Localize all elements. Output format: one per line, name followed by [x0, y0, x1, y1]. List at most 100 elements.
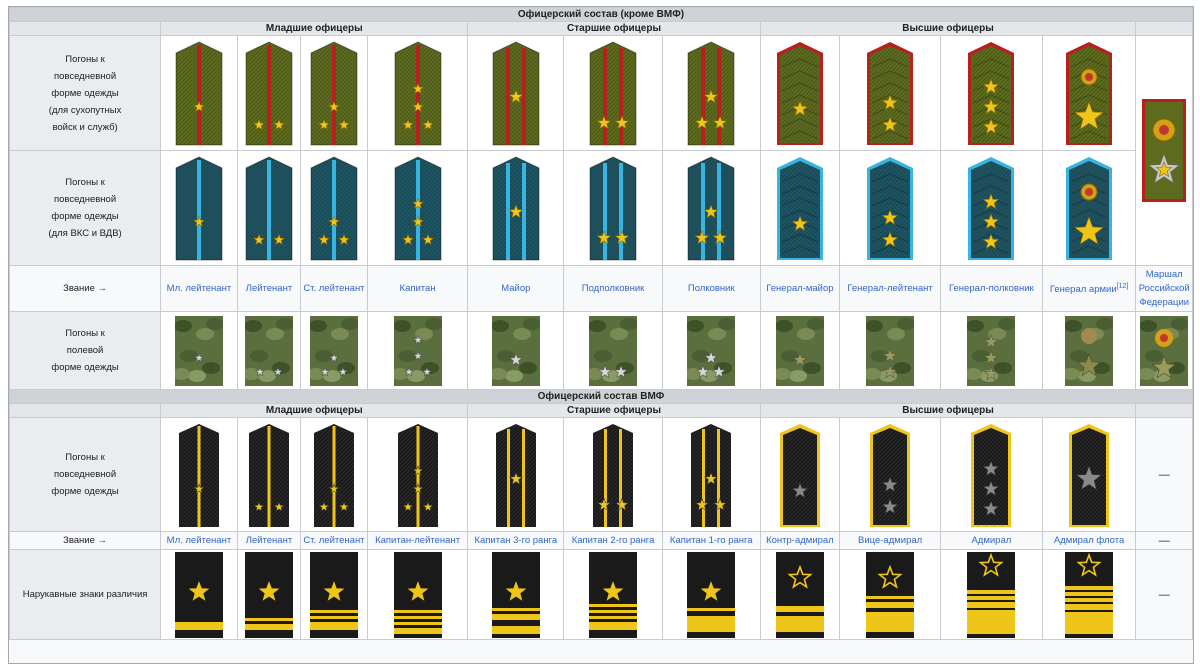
navy-group-empty: [1135, 403, 1193, 418]
board-navy-1: [160, 417, 238, 532]
board-field-6: [563, 311, 663, 390]
board-marshal: [1135, 35, 1193, 266]
row-label-sleeve: Нарукавные знаки различия: [8, 549, 162, 640]
navy-shoulder-board-icon: [867, 421, 913, 529]
rank-link-colonel-general[interactable]: Генерал-полковник: [939, 265, 1043, 312]
navy-rank-link-5[interactable]: Капитан 3-го ранга: [467, 531, 565, 550]
shoulder-board-icon: [774, 154, 826, 262]
navy-rank-link-10[interactable]: Адмирал: [939, 531, 1043, 550]
navy-rank-link-1[interactable]: Мл. лейтенант: [160, 531, 238, 550]
navy-corner: [8, 403, 162, 418]
board-ground-5: [467, 35, 565, 151]
field-board-icon: [967, 315, 1016, 386]
sleeve-insignia-icon: [491, 551, 540, 638]
rank-link-general-army[interactable]: Генерал армии[12]: [1041, 265, 1137, 312]
sleeve-6: [563, 549, 663, 640]
board-navy-11: [1041, 417, 1137, 532]
navy-group-junior: Младшие офицеры: [160, 403, 469, 418]
rank-link-major[interactable]: Майор: [467, 265, 565, 312]
shoulder-board-icon: [685, 154, 737, 262]
board-navy-5: [467, 417, 565, 532]
board-vks-5: [467, 150, 565, 266]
shoulder-board-icon: [965, 154, 1017, 262]
sleeve-insignia-icon: [1065, 551, 1114, 638]
board-vks-9: [839, 150, 941, 266]
shoulder-board-icon: [1063, 154, 1115, 262]
board-navy-8: [759, 417, 841, 532]
rank-link-lt-colonel[interactable]: Подполковник: [563, 265, 663, 312]
sleeve-8: [759, 549, 841, 640]
shoulder-board-icon: [774, 39, 826, 147]
navy-rank-link-4[interactable]: Капитан-лейтенант: [366, 531, 469, 550]
board-ground-1: [160, 35, 238, 151]
navy-shoulder-board-icon: [968, 421, 1014, 529]
rank-link-major-general[interactable]: Генерал-майор: [759, 265, 841, 312]
navy-shoulder-board-icon: [395, 421, 441, 529]
board-ground-11: [1041, 35, 1137, 151]
navy-rank-link-8[interactable]: Контр-адмирал: [759, 531, 841, 550]
field-board-icon: [491, 315, 540, 386]
rank-link-captain[interactable]: Капитан: [366, 265, 469, 312]
shoulder-board-icon: [392, 154, 444, 262]
navy-rank-link-9[interactable]: Вице-адмирал: [839, 531, 941, 550]
officer-ranks-table-frame: Офицерский состав (кроме ВМФ) Младшие оф…: [8, 6, 1194, 664]
board-field-11: [1041, 311, 1137, 390]
board-ground-7: [661, 35, 761, 151]
shoulder-board-icon: [173, 39, 225, 147]
board-navy-9: [839, 417, 941, 532]
navy-rank-link-3[interactable]: Ст. лейтенант: [300, 531, 368, 550]
navy-rank-link-7[interactable]: Капитан 1-го ранга: [661, 531, 761, 550]
navy-rank-row-label: Звание →: [8, 531, 162, 550]
navy-rank-empty: —: [1135, 531, 1193, 550]
shoulder-board-icon: [685, 39, 737, 147]
army-group-empty: [1135, 21, 1193, 36]
rank-link-ml-lieutenant[interactable]: Мл. лейтенант: [160, 265, 238, 312]
shoulder-board-icon: [864, 154, 916, 262]
navy-rank-link-6[interactable]: Капитан 2-го ранга: [563, 531, 663, 550]
sleeve-4: [366, 549, 469, 640]
sleeve-insignia-icon: [775, 551, 824, 638]
row-label-field: Погоны к полевой форме одежды: [8, 311, 162, 390]
shoulder-board-icon: [243, 154, 295, 262]
sleeve-empty: —: [1135, 549, 1193, 640]
shoulder-board-icon: [1063, 39, 1115, 147]
board-ground-6: [563, 35, 663, 151]
army-title: Офицерский состав (кроме ВМФ): [9, 7, 1193, 22]
navy-group-higher: Высшие офицеры: [759, 403, 1137, 418]
board-vks-10: [939, 150, 1043, 266]
board-vks-3: [300, 150, 368, 266]
shoulder-board-icon: [308, 39, 360, 147]
field-board-icon: [309, 315, 358, 386]
board-field-4: [366, 311, 469, 390]
rank-link-marshal[interactable]: Маршал Российской Федерации: [1135, 265, 1193, 312]
row-label-navy-daily: Погоны к повседневной форме одежды: [8, 417, 162, 532]
army-rank-row-label: Звание →: [8, 265, 162, 312]
field-board-icon: [393, 315, 442, 386]
sleeve-insignia-icon: [393, 551, 442, 638]
reference-link[interactable]: [12]: [1117, 283, 1129, 290]
rank-link-lt-general[interactable]: Генерал-лейтенант: [839, 265, 941, 312]
navy-rank-link-11[interactable]: Адмирал флота: [1041, 531, 1137, 550]
board-field-1: [160, 311, 238, 390]
board-ground-9: [839, 35, 941, 151]
navy-shoulder-board-icon: [176, 421, 222, 529]
officer-ranks-table: Офицерский состав (кроме ВМФ) Младшие оф…: [8, 7, 1193, 640]
board-ground-3: [300, 35, 368, 151]
navy-shoulder-board-icon: [688, 421, 734, 529]
shoulder-board-icon: [392, 39, 444, 147]
rank-link-lieutenant[interactable]: Лейтенант: [236, 265, 302, 312]
field-board-icon: [866, 315, 915, 386]
board-ground-2: [236, 35, 302, 151]
board-ground-8: [759, 35, 841, 151]
board-field-5: [467, 311, 565, 390]
navy-shoulder-board-icon: [246, 421, 292, 529]
rank-link-colonel[interactable]: Полковник: [661, 265, 761, 312]
board-vks-7: [661, 150, 761, 266]
board-navy-3: [300, 417, 368, 532]
rank-link-st-lieutenant[interactable]: Ст. лейтенант: [300, 265, 368, 312]
board-navy-4: [366, 417, 469, 532]
shoulder-board-icon: [308, 154, 360, 262]
navy-rank-link-2[interactable]: Лейтенант: [236, 531, 302, 550]
board-vks-11: [1041, 150, 1137, 266]
marshal-shoulder-board-icon: [1141, 98, 1187, 203]
